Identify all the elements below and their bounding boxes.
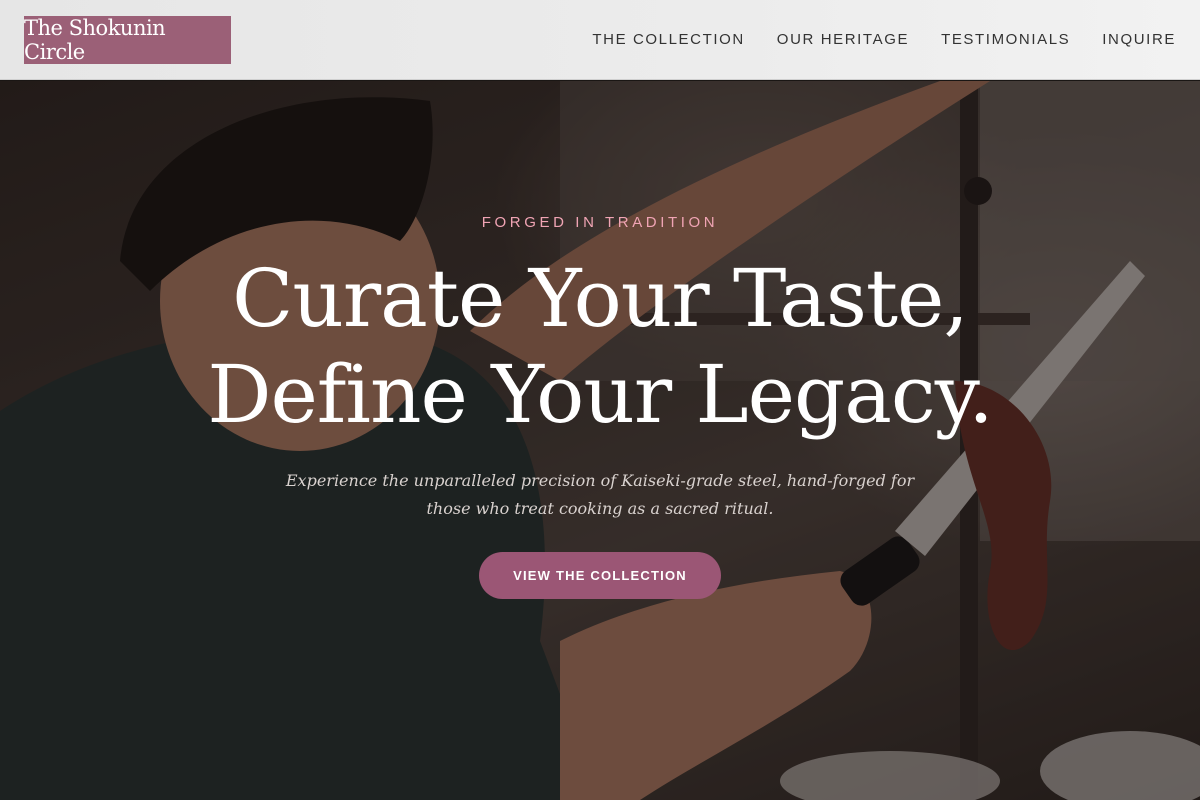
nav-link-inquire[interactable]: INQUIRE xyxy=(1102,31,1176,48)
hero-eyebrow: FORGED IN TRADITION xyxy=(481,214,719,231)
hero-headline-line-1: Curate Your Taste, xyxy=(232,252,969,345)
hero-headline: Curate Your Taste, Define Your Legacy. xyxy=(0,251,1200,443)
logo[interactable]: The Shokunin Circle xyxy=(24,15,231,64)
hero-section: FORGED IN TRADITION Curate Your Taste, D… xyxy=(0,81,1200,800)
logo-text: The Shokunin Circle xyxy=(24,15,166,64)
hero-content: FORGED IN TRADITION Curate Your Taste, D… xyxy=(0,81,1200,800)
main-nav: THE COLLECTION OUR HERITAGE TESTIMONIALS… xyxy=(592,31,1176,48)
site-header: The Shokunin Circle THE COLLECTION OUR H… xyxy=(0,0,1200,80)
nav-link-collection[interactable]: THE COLLECTION xyxy=(592,31,744,48)
nav-link-heritage[interactable]: OUR HERITAGE xyxy=(777,31,909,48)
hero-headline-line-2: Define Your Legacy. xyxy=(207,348,993,441)
view-collection-button[interactable]: VIEW THE COLLECTION xyxy=(479,552,721,599)
page: The Shokunin Circle THE COLLECTION OUR H… xyxy=(0,0,1200,800)
hero-subtext: Experience the unparalleled precision of… xyxy=(285,471,915,518)
nav-link-testimonials[interactable]: TESTIMONIALS xyxy=(941,31,1070,48)
